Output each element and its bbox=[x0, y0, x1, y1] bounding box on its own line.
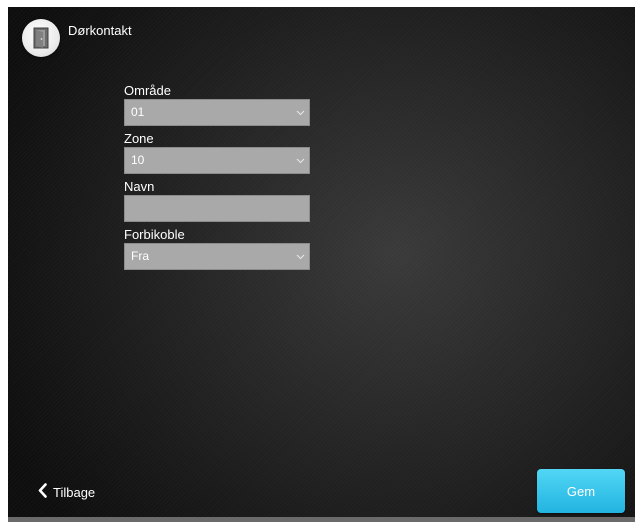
chevron-down-icon bbox=[296, 148, 305, 173]
header: Dørkontakt bbox=[22, 19, 132, 57]
area-label: Område bbox=[124, 83, 171, 98]
zone-select[interactable]: 10 bbox=[124, 147, 310, 174]
bypass-value: Fra bbox=[131, 249, 149, 263]
chevron-down-icon bbox=[296, 244, 305, 269]
save-button[interactable]: Gem bbox=[537, 469, 625, 513]
zone-label: Zone bbox=[124, 131, 154, 146]
area-select[interactable]: 01 bbox=[124, 99, 310, 126]
chevron-left-icon bbox=[38, 483, 47, 501]
back-label: Tilbage bbox=[53, 484, 96, 500]
bypass-select[interactable]: Fra bbox=[124, 243, 310, 270]
page-title: Dørkontakt bbox=[68, 23, 132, 38]
area-value: 01 bbox=[131, 105, 145, 119]
bypass-label: Forbikoble bbox=[124, 227, 185, 242]
back-button[interactable]: Tilbage bbox=[38, 483, 95, 501]
name-input[interactable] bbox=[124, 195, 310, 222]
zone-value: 10 bbox=[131, 153, 145, 167]
bottom-bar bbox=[8, 517, 635, 522]
door-icon bbox=[22, 19, 60, 57]
name-label: Navn bbox=[124, 179, 155, 194]
main-panel: Dørkontakt Område 01 Zone 10 Navn Forbik… bbox=[8, 7, 635, 522]
settings-form: Område 01 Zone 10 Navn Forbikoble Fra bbox=[124, 83, 310, 275]
chevron-down-icon bbox=[296, 100, 305, 125]
